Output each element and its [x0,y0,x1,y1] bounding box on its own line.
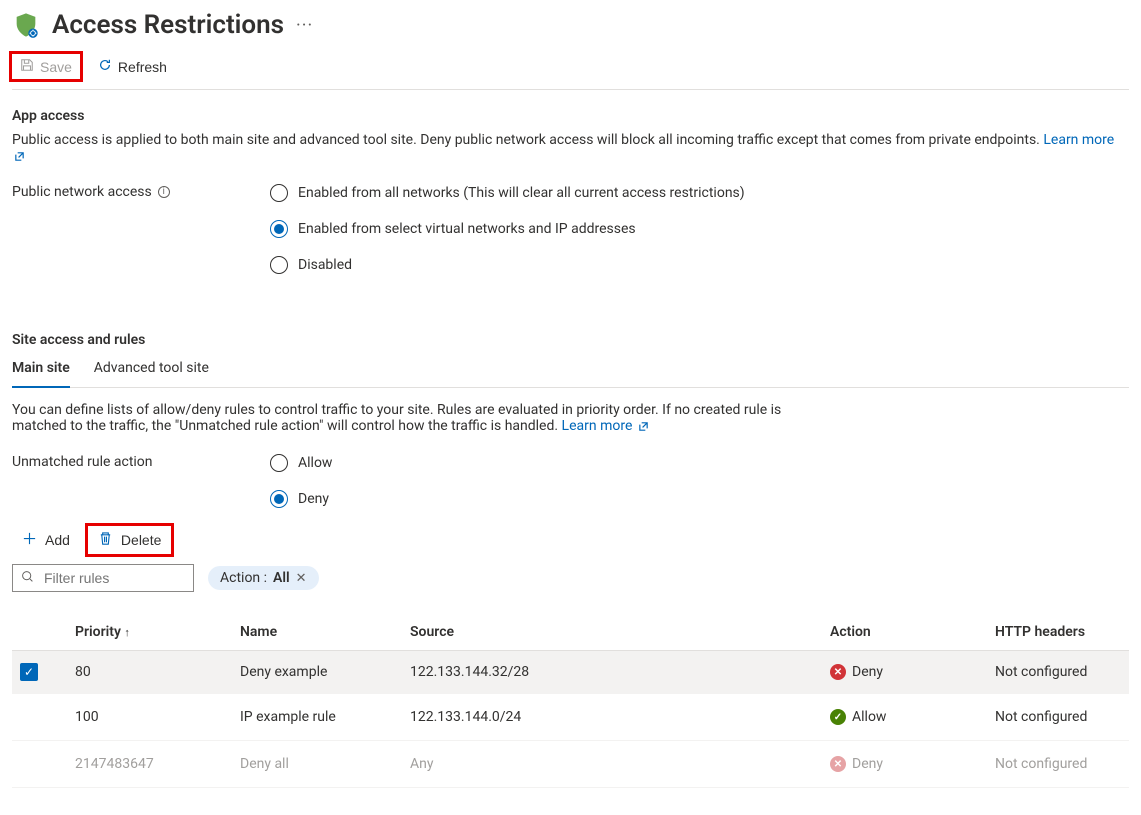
radio-icon [270,256,288,274]
cell-action: ✕Deny [822,741,987,788]
cell-name: IP example rule [232,694,402,741]
deny-icon: ✕ [830,756,846,772]
cell-source: 122.133.144.0/24 [402,694,822,741]
info-icon[interactable]: i [158,186,170,198]
refresh-button[interactable]: Refresh [90,54,175,79]
save-icon [20,58,34,75]
col-action[interactable]: Action [822,614,987,651]
more-menu[interactable]: ··· [296,15,313,36]
cell-source: Any [402,741,822,788]
site-access-heading: Site access and rules [12,332,1129,348]
cell-priority: 80 [67,651,232,694]
cell-priority: 2147483647 [67,741,232,788]
cell-name: Deny example [232,651,402,694]
public-network-access-label: Public network access i [12,184,270,200]
refresh-button-label: Refresh [118,59,167,75]
rules-table: Priority ↑ Name Source Action HTTP heade… [12,614,1129,788]
command-bar: Save Refresh [12,48,1129,90]
app-access-heading: App access [12,108,1129,124]
radio-icon [270,220,288,238]
action-filter-pill[interactable]: Action : All ✕ [208,566,319,590]
page-header: Access Restrictions ··· [12,10,1129,40]
unmatched-rule-action-radio-group: Allow Deny [270,454,332,508]
cell-source: 122.133.144.32/28 [402,651,822,694]
pna-enabled-select-radio[interactable]: Enabled from select virtual networks and… [270,220,745,238]
filter-row: Action : All ✕ [12,564,1129,592]
site-access-learn-more-link[interactable]: Learn more [562,418,649,434]
site-access-tabs: Main site Advanced tool site [12,356,1129,388]
table-row[interactable]: 100 IP example rule 122.133.144.0/24 ✓Al… [12,694,1129,741]
public-network-access-radio-group: Enabled from all networks (This will cle… [270,184,745,274]
page-title: Access Restrictions [52,10,284,40]
unmatched-rule-action-label: Unmatched rule action [12,454,270,470]
cell-action: ✕Deny [822,651,987,694]
add-rule-button[interactable]: Add [12,526,80,554]
cell-http-headers: Not configured [987,741,1129,788]
deny-icon: ✕ [830,664,846,680]
radio-icon [270,184,288,202]
filter-rules-input-wrap[interactable] [12,564,194,592]
plus-icon [22,531,37,549]
trash-icon [98,531,113,549]
save-button-label: Save [40,59,72,75]
row-checkbox[interactable] [20,706,38,724]
site-access-description: You can define lists of allow/deny rules… [12,402,832,434]
save-button[interactable]: Save [12,54,80,79]
refresh-icon [98,58,112,75]
pna-enabled-all-radio[interactable]: Enabled from all networks (This will cle… [270,184,745,202]
col-source[interactable]: Source [402,614,822,651]
tab-advanced-tool-site[interactable]: Advanced tool site [94,356,209,387]
pna-disabled-radio[interactable]: Disabled [270,256,745,274]
sort-asc-icon: ↑ [124,626,130,639]
cell-priority: 100 [67,694,232,741]
external-link-icon [14,151,25,162]
unmatched-rule-action-row: Unmatched rule action Allow Deny [12,454,1129,508]
col-http-headers[interactable]: HTTP headers [987,614,1129,651]
radio-icon [270,454,288,472]
public-network-access-row: Public network access i Enabled from all… [12,184,1129,274]
row-checkbox[interactable]: ✓ [20,663,38,681]
col-name[interactable]: Name [232,614,402,651]
radio-icon [270,490,288,508]
close-icon[interactable]: ✕ [296,571,307,586]
allow-icon: ✓ [830,709,846,725]
app-access-description: Public access is applied to both main si… [12,132,1129,164]
external-link-icon [638,421,649,432]
search-icon [21,570,34,587]
unmatched-deny-radio[interactable]: Deny [270,490,332,508]
delete-rule-button[interactable]: Delete [88,526,171,554]
shield-icon [12,11,40,39]
unmatched-allow-radio[interactable]: Allow [270,454,332,472]
cell-http-headers: Not configured [987,651,1129,694]
cell-action: ✓Allow [822,694,987,741]
rules-command-bar: Add Delete [12,526,1129,554]
col-priority[interactable]: Priority ↑ [67,614,232,651]
cell-name: Deny all [232,741,402,788]
table-row[interactable]: ✓ 80 Deny example 122.133.144.32/28 ✕Den… [12,651,1129,694]
table-row[interactable]: 2147483647 Deny all Any ✕Deny Not config… [12,741,1129,788]
tab-main-site[interactable]: Main site [12,356,70,388]
filter-rules-input[interactable] [42,569,227,587]
row-checkbox[interactable] [20,753,38,771]
cell-http-headers: Not configured [987,694,1129,741]
